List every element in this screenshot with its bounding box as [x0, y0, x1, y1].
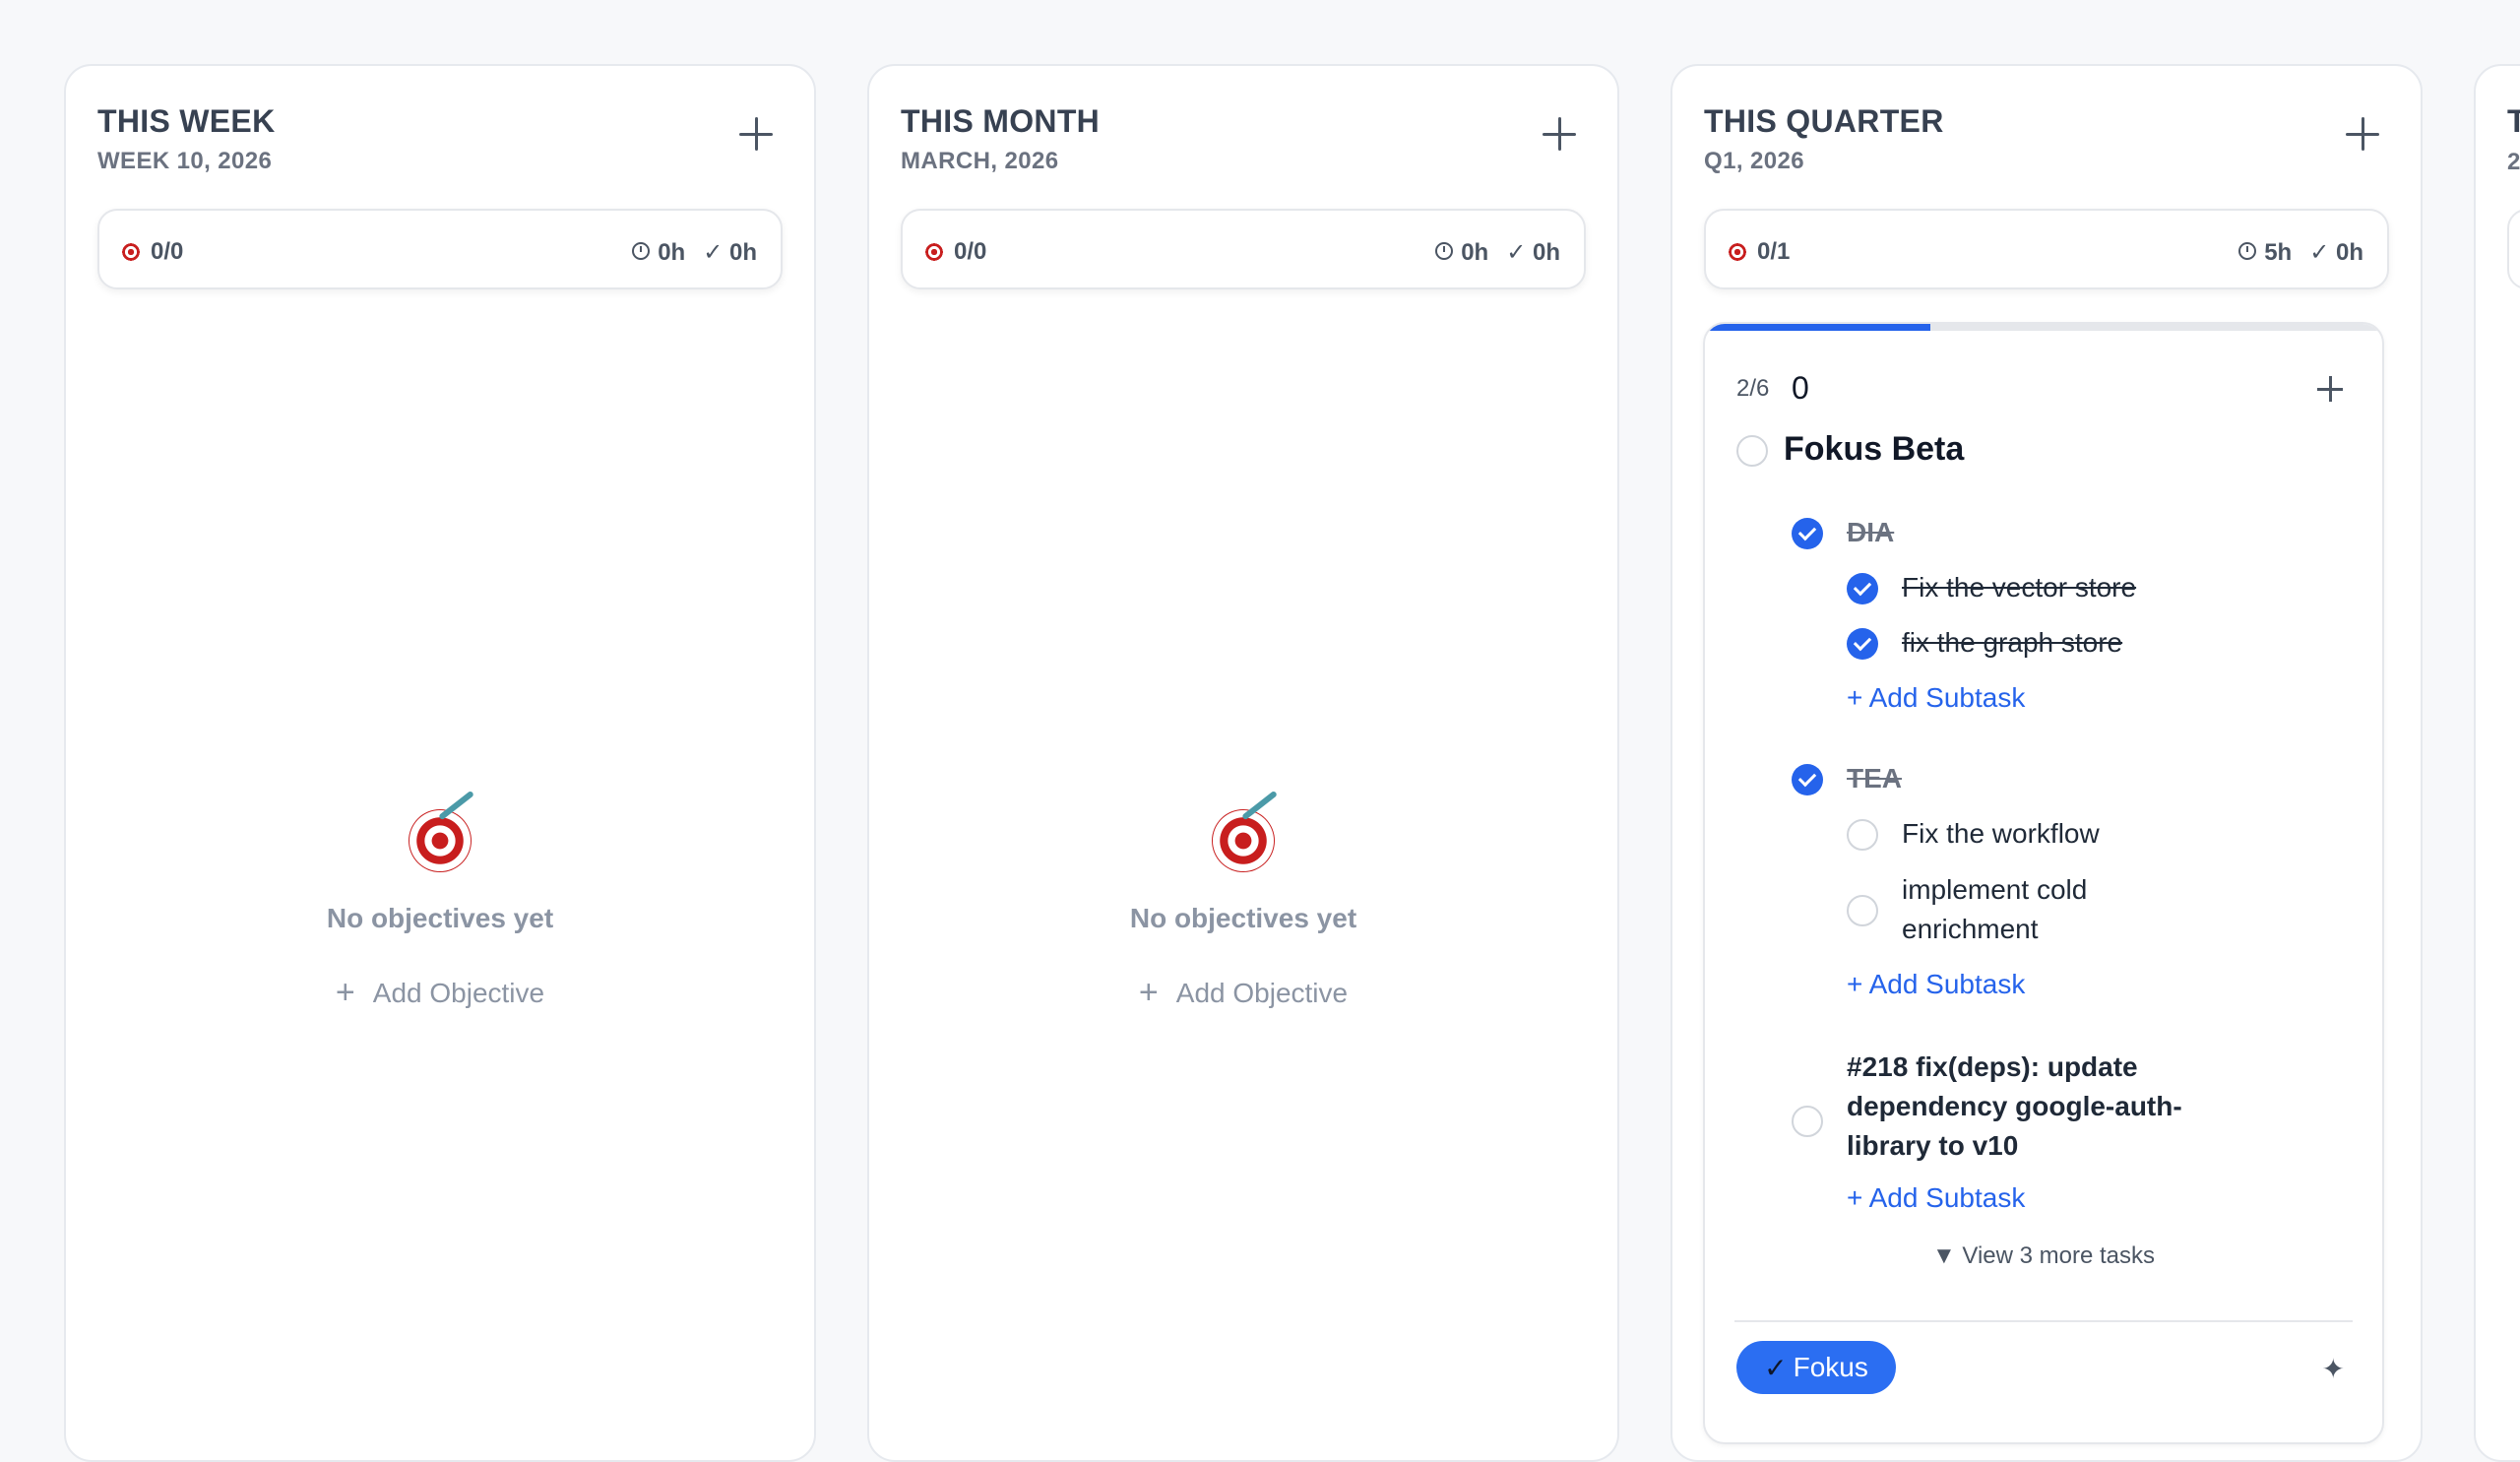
empty-text: No objectives yet: [326, 903, 554, 933]
column-header: THIS WEEK WEEK 10, 2026: [97, 103, 275, 175]
stats-bar: 0/1 5h ✓ 0h: [1704, 209, 2389, 289]
subtask-label: Fix the workflow: [1902, 818, 2100, 849]
planned-hours: 0h: [1461, 238, 1489, 266]
plus-icon: +: [335, 974, 355, 1011]
progress-bar: [1705, 324, 2382, 331]
add-subtask-button[interactable]: + Add Subtask: [1847, 682, 2025, 714]
done-hours: 0h: [2335, 239, 2363, 266]
column-title: THIS MONTH: [901, 103, 1101, 139]
add-objective-icon[interactable]: [739, 117, 773, 151]
add-objective-label: Add Objective: [372, 977, 545, 1008]
empty-state: No objectives yet + Add Objective: [869, 809, 1617, 1012]
planned-hours: 0h: [658, 238, 686, 266]
objectives-count: 0/1: [1757, 238, 1791, 265]
target-icon: [121, 242, 141, 262]
task-checkbox[interactable]: [1792, 518, 1823, 549]
check-icon: ✓: [1764, 1352, 1788, 1383]
timer-icon: [1435, 241, 1454, 260]
done-hours: 0h: [728, 239, 757, 266]
empty-state: No objectives yet + Add Objective: [66, 809, 814, 1012]
add-objective-icon[interactable]: [1543, 117, 1576, 151]
column-header: THIS MONTH MARCH, 2026: [901, 103, 1100, 175]
column-partial: T 2: [2474, 64, 2520, 1462]
progress-text: 2/6: [1736, 375, 1770, 402]
done-hours: 0h: [1532, 239, 1560, 266]
target-icon: [924, 242, 944, 262]
column-title: T: [2507, 103, 2520, 140]
task-label: TEA: [1847, 763, 1902, 794]
objectives-count: 0/0: [151, 238, 184, 265]
subtask-label: Fix the vector store: [1902, 572, 2137, 603]
subtask-checkbox[interactable]: [1847, 819, 1878, 851]
subtask-checkbox[interactable]: [1847, 895, 1878, 926]
fokus-button[interactable]: ✓ Fokus: [1736, 1341, 1896, 1394]
check-icon: ✓: [2309, 239, 2330, 266]
add-objective-button[interactable]: + Add Objective: [336, 974, 544, 1012]
subtask-checkbox[interactable]: [1847, 628, 1878, 660]
objective-title: Fokus Beta: [1784, 430, 1965, 468]
stats-bar: [2507, 209, 2520, 289]
objective-count: 0: [1792, 370, 1809, 406]
timer-icon: [2238, 241, 2257, 260]
add-subtask-button[interactable]: + Add Subtask: [1847, 1182, 2025, 1214]
stats-bar: 0/0 0h ✓ 0h: [901, 209, 1586, 289]
planned-hours: 5h: [2264, 238, 2293, 266]
add-objective-icon[interactable]: [2346, 117, 2379, 151]
target-icon: [409, 809, 472, 872]
column-title: THIS WEEK: [97, 103, 276, 139]
plus-icon: +: [1138, 974, 1159, 1011]
subtask-label: implement cold enrichment: [1902, 874, 2088, 944]
timer-icon: [632, 241, 651, 260]
objective-checkbox[interactable]: [1736, 435, 1768, 467]
objective-card: 2/6 0 Fokus Beta DIA Fix the vector stor…: [1703, 322, 2384, 1444]
column-subtitle: WEEK 10, 2026: [97, 148, 273, 174]
add-objective-button[interactable]: + Add Objective: [1139, 974, 1348, 1012]
add-task-icon[interactable]: [2317, 376, 2343, 402]
task-label: #218 fix(deps): update dependency google…: [1847, 1051, 2182, 1161]
subtask-checkbox[interactable]: [1847, 573, 1878, 604]
empty-text: No objectives yet: [1129, 903, 1357, 933]
column-subtitle: 2: [2507, 149, 2520, 175]
column-subtitle: Q1, 2026: [1704, 148, 1804, 174]
column-title: THIS QUARTER: [1704, 103, 1944, 139]
task-checkbox[interactable]: [1792, 764, 1823, 795]
column-header: THIS QUARTER Q1, 2026: [1704, 103, 1944, 175]
add-subtask-button[interactable]: + Add Subtask: [1847, 969, 2025, 1000]
progress-fill: [1705, 324, 1931, 331]
stats-bar: 0/0 0h ✓ 0h: [97, 209, 783, 289]
target-icon: [1728, 242, 1747, 262]
subtask-label: fix the graph store: [1902, 627, 2123, 658]
view-more-tasks-button[interactable]: ▼ View 3 more tasks: [1705, 1242, 2382, 1270]
fokus-button-label: Fokus: [1793, 1352, 1868, 1382]
divider: [1734, 1320, 2353, 1322]
check-icon: ✓: [703, 239, 724, 266]
task-checkbox[interactable]: [1792, 1106, 1823, 1137]
task-label: DIA: [1847, 517, 1895, 547]
add-objective-label: Add Objective: [1175, 977, 1349, 1008]
column-this-week: THIS WEEK WEEK 10, 2026 0/0 0h ✓ 0h No o…: [64, 64, 816, 1462]
column-subtitle: MARCH, 2026: [901, 148, 1059, 174]
check-icon: ✓: [1506, 239, 1527, 266]
target-icon: [1212, 809, 1275, 872]
sparkle-icon[interactable]: ✦: [2322, 1353, 2345, 1385]
objectives-count: 0/0: [954, 238, 987, 265]
column-this-month: THIS MONTH MARCH, 2026 0/0 0h ✓ 0h No ob…: [867, 64, 1619, 1462]
